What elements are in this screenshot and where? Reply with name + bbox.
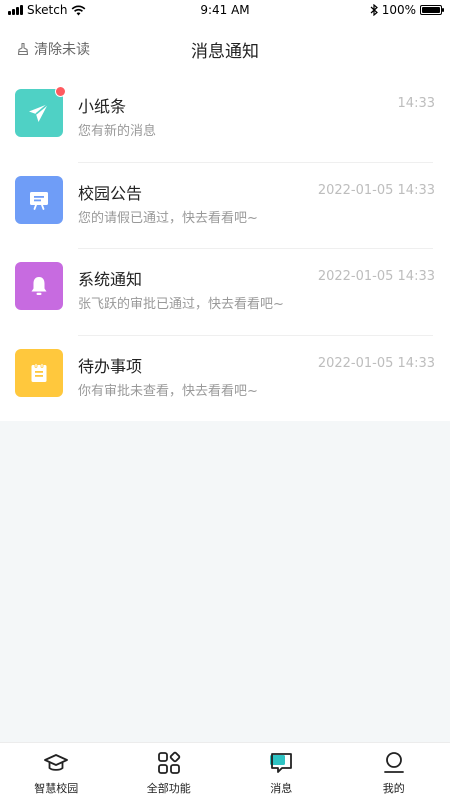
message-title: 系统通知 bbox=[78, 270, 143, 289]
message-item-system[interactable]: 系统通知 张飞跃的审批已通过，快去看看吧~ 2022-01-05 14:33 bbox=[0, 249, 450, 336]
tab-bar: 智慧校园 全部功能 消息 我的 bbox=[0, 742, 450, 800]
unread-dot bbox=[55, 86, 66, 97]
message-icon-container bbox=[15, 262, 63, 310]
message-preview: 你有审批未查看，快去看看吧~ bbox=[78, 383, 258, 399]
status-right: 100% bbox=[370, 3, 444, 17]
message-preview: 您有新的消息 bbox=[78, 124, 157, 139]
page-title: 消息通知 bbox=[191, 42, 259, 62]
message-time: 2022-01-05 14:33 bbox=[317, 269, 435, 284]
message-title: 校园公告 bbox=[78, 183, 143, 203]
tab-messages[interactable]: 消息 bbox=[225, 743, 338, 800]
message-title: 小纸条 bbox=[78, 97, 127, 116]
message-list: 小纸条 您有新的消息 14:33 校园公告 您的请假已通过，快去看看吧~ 202… bbox=[0, 76, 450, 421]
header: 清除未读 消息通知 bbox=[0, 22, 450, 76]
battery-icon bbox=[420, 5, 444, 15]
message-time: 14:33 bbox=[397, 96, 435, 111]
tab-label: 消息 bbox=[270, 782, 293, 795]
message-item-notes[interactable]: 小纸条 您有新的消息 14:33 bbox=[0, 76, 450, 163]
notice-board-icon bbox=[30, 191, 48, 210]
message-item-todo[interactable]: 待办事项 你有审批未查看，快去看看吧~ 2022-01-05 14:33 bbox=[0, 336, 450, 423]
tab-all-functions[interactable]: 全部功能 bbox=[113, 743, 226, 800]
battery-percent: 100% bbox=[381, 3, 416, 17]
tab-label: 智慧校园 bbox=[34, 782, 79, 795]
bluetooth-icon bbox=[370, 4, 378, 16]
message-time: 2022-01-05 14:33 bbox=[317, 355, 435, 371]
message-title: 待办事项 bbox=[78, 356, 143, 376]
paper-plane-icon bbox=[29, 103, 49, 122]
chat-icon bbox=[268, 750, 294, 776]
bell-icon bbox=[31, 277, 47, 295]
apps-grid-icon bbox=[156, 750, 182, 776]
message-preview: 张飞跃的审批已通过，快去看看吧~ bbox=[78, 297, 284, 312]
graduation-cap-icon bbox=[43, 750, 69, 776]
tab-label: 全部功能 bbox=[146, 782, 191, 795]
message-preview: 您的请假已通过，快去看看吧~ bbox=[78, 210, 258, 226]
tab-label: 我的 bbox=[382, 782, 405, 795]
user-icon bbox=[381, 750, 407, 776]
message-item-announcement[interactable]: 校园公告 您的请假已通过，快去看看吧~ 2022-01-05 14:33 bbox=[0, 163, 450, 249]
message-icon-container bbox=[15, 348, 63, 397]
message-icon-container bbox=[15, 175, 63, 224]
battery-fill bbox=[422, 7, 440, 13]
message-icon-container bbox=[15, 86, 66, 137]
clipboard-icon bbox=[31, 362, 47, 382]
tab-mine[interactable]: 我的 bbox=[338, 743, 450, 800]
tab-smart-campus[interactable]: 智慧校园 bbox=[0, 743, 113, 800]
message-time: 2022-01-05 14:33 bbox=[317, 182, 435, 198]
status-bar: Sketch 9:41 AM 100% bbox=[0, 0, 450, 22]
